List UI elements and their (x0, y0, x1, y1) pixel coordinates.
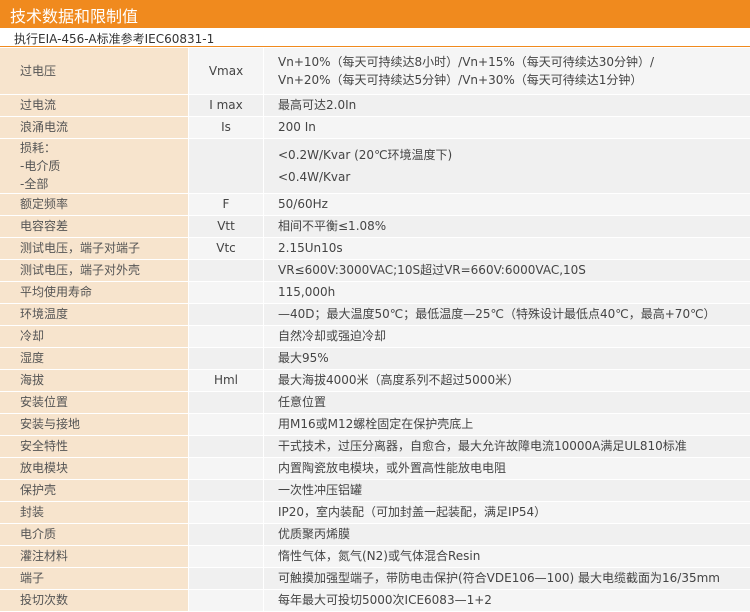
value-cell: 最高可达2.0In (264, 94, 750, 116)
param-name-cell: 电容容差 (0, 215, 189, 237)
symbol-cell: I max (189, 94, 264, 116)
symbol-cell (189, 479, 264, 501)
table-row: 额定频率F50/60Hz (0, 193, 750, 215)
value-cell: 相间不平衡≤1.08% (264, 215, 750, 237)
value-cell: 200 In (264, 116, 750, 138)
symbol-cell (189, 347, 264, 369)
value-cell: 每年最大可投切5000次ICE6083—1+2 (264, 589, 750, 611)
symbol-cell: Vtc (189, 237, 264, 259)
symbol-cell (189, 523, 264, 545)
symbol-cell (189, 589, 264, 611)
param-name-cell: 平均使用寿命 (0, 281, 189, 303)
value-cell: 惰性气体，氮气(N2)或气体混合Resin (264, 545, 750, 567)
table-row: 安全特性 干式技术，过压分离器，自愈合，最大允许故障电流10000A满足UL810… (0, 435, 750, 457)
table-row: 安装与接地 用M16或M12螺栓固定在保护壳底上 (0, 413, 750, 435)
table-row: 冷却 自然冷却或强迫冷却 (0, 325, 750, 347)
param-name-cell: 测试电压，端子对端子 (0, 237, 189, 259)
value-cell: Vn+10%（每天可持续达8小时）/Vn+15%（每天可待续达30分钟）/ Vn… (264, 48, 750, 94)
table-row: 灌注材料 惰性气体，氮气(N2)或气体混合Resin (0, 545, 750, 567)
param-name-cell: 安装与接地 (0, 413, 189, 435)
subtitle: 执行EIA-456-A标准参考IEC60831-1 (14, 30, 214, 47)
table-row: 保护壳 一次性冲压铝罐 (0, 479, 750, 501)
table-row: 端子 可触摸加强型端子，带防电击保护(符合VDE106—100) 最大电缆截面为1… (0, 567, 750, 589)
table-row: 测试电压，端子对端子Vtc2.15Un10s (0, 237, 750, 259)
value-cell: 最大95% (264, 347, 750, 369)
param-name-cell: 测试电压，端子对外壳 (0, 259, 189, 281)
value-cell: 最大海拔4000米（高度系列不超过5000米） (264, 369, 750, 391)
param-name-cell: 投切次数 (0, 589, 189, 611)
divider (0, 46, 750, 47)
symbol-cell: Hml (189, 369, 264, 391)
title-bar: 技术数据和限制值 (0, 0, 750, 28)
param-name-cell: 湿度 (0, 347, 189, 369)
table-row: 海拔Hml最大海拔4000米（高度系列不超过5000米） (0, 369, 750, 391)
param-name-cell: 损耗： -电介质 -全部 (0, 138, 189, 193)
symbol-cell (189, 413, 264, 435)
value-cell: 2.15Un10s (264, 237, 750, 259)
value-cell: IP20，室内装配（可加封盖一起装配，满足IP54） (264, 501, 750, 523)
value-cell: 50/60Hz (264, 193, 750, 215)
symbol-cell: Is (189, 116, 264, 138)
table-row: 电容容差Vtt相间不平衡≤1.08% (0, 215, 750, 237)
value-cell: 可触摸加强型端子，带防电击保护(符合VDE106—100) 最大电缆截面为16/… (264, 567, 750, 589)
value-cell: <0.2W/Kvar (20℃环境温度下) <0.4W/Kvar (264, 138, 750, 193)
value-cell: 自然冷却或强迫冷却 (264, 325, 750, 347)
param-name-cell: 放电模块 (0, 457, 189, 479)
symbol-cell (189, 501, 264, 523)
symbol-cell: Vtt (189, 215, 264, 237)
value-cell: 用M16或M12螺栓固定在保护壳底上 (264, 413, 750, 435)
param-name-cell: 封装 (0, 501, 189, 523)
table-row: 放电模块 内置陶瓷放电模块，或外置高性能放电电阻 (0, 457, 750, 479)
symbol-cell (189, 325, 264, 347)
value-cell: 干式技术，过压分离器，自愈合，最大允许故障电流10000A满足UL810标准 (264, 435, 750, 457)
value-cell: 115,000h (264, 281, 750, 303)
symbol-cell (189, 435, 264, 457)
table-row: 投切次数 每年最大可投切5000次ICE6083—1+2 (0, 589, 750, 611)
symbol-cell (189, 281, 264, 303)
symbol-cell (189, 545, 264, 567)
value-cell: 一次性冲压铝罐 (264, 479, 750, 501)
param-name-cell: 环境温度 (0, 303, 189, 325)
value-cell: VR≤600V:3000VAC;10S超过VR=660V:6000VAC,10S (264, 259, 750, 281)
param-name-cell: 端子 (0, 567, 189, 589)
param-name-cell: 保护壳 (0, 479, 189, 501)
symbol-cell: F (189, 193, 264, 215)
table-row: 过电压VmaxVn+10%（每天可持续达8小时）/Vn+15%（每天可待续达30… (0, 48, 750, 94)
param-name-cell: 电介质 (0, 523, 189, 545)
value-cell: 优质聚丙烯膜 (264, 523, 750, 545)
symbol-cell (189, 303, 264, 325)
table-row: 湿度 最大95% (0, 347, 750, 369)
value-cell: 内置陶瓷放电模块，或外置高性能放电电阻 (264, 457, 750, 479)
value-cell: —40D；最大温度50℃；最低温度—25℃（特殊设计最低点40℃，最高+70℃） (264, 303, 750, 325)
symbol-cell (189, 138, 264, 193)
table-row: 封装 IP20，室内装配（可加封盖一起装配，满足IP54） (0, 501, 750, 523)
param-name-cell: 海拔 (0, 369, 189, 391)
param-name-cell: 过电流 (0, 94, 189, 116)
table-row: 浪涌电流Is200 In (0, 116, 750, 138)
symbol-cell (189, 391, 264, 413)
param-name-cell: 安全特性 (0, 435, 189, 457)
param-name-cell: 冷却 (0, 325, 189, 347)
spec-table: 过电压VmaxVn+10%（每天可持续达8小时）/Vn+15%（每天可待续达30… (0, 48, 750, 612)
table-row: 安装位置 任意位置 (0, 391, 750, 413)
symbol-cell (189, 259, 264, 281)
page-title: 技术数据和限制值 (10, 3, 138, 27)
table-row: 平均使用寿命 115,000h (0, 281, 750, 303)
table-row: 损耗： -电介质 -全部 <0.2W/Kvar (20℃环境温度下) <0.4W/… (0, 138, 750, 193)
table-row: 环境温度 —40D；最大温度50℃；最低温度—25℃（特殊设计最低点40℃，最高+… (0, 303, 750, 325)
param-name-cell: 浪涌电流 (0, 116, 189, 138)
param-name-cell: 安装位置 (0, 391, 189, 413)
value-cell: 任意位置 (264, 391, 750, 413)
param-name-cell: 灌注材料 (0, 545, 189, 567)
symbol-cell (189, 457, 264, 479)
table-row: 电介质 优质聚丙烯膜 (0, 523, 750, 545)
symbol-cell: Vmax (189, 48, 264, 94)
symbol-cell (189, 567, 264, 589)
table-row: 测试电压，端子对外壳 VR≤600V:3000VAC;10S超过VR=660V:6… (0, 259, 750, 281)
param-name-cell: 过电压 (0, 48, 189, 94)
param-name-cell: 额定频率 (0, 193, 189, 215)
table-row: 过电流I max最高可达2.0In (0, 94, 750, 116)
